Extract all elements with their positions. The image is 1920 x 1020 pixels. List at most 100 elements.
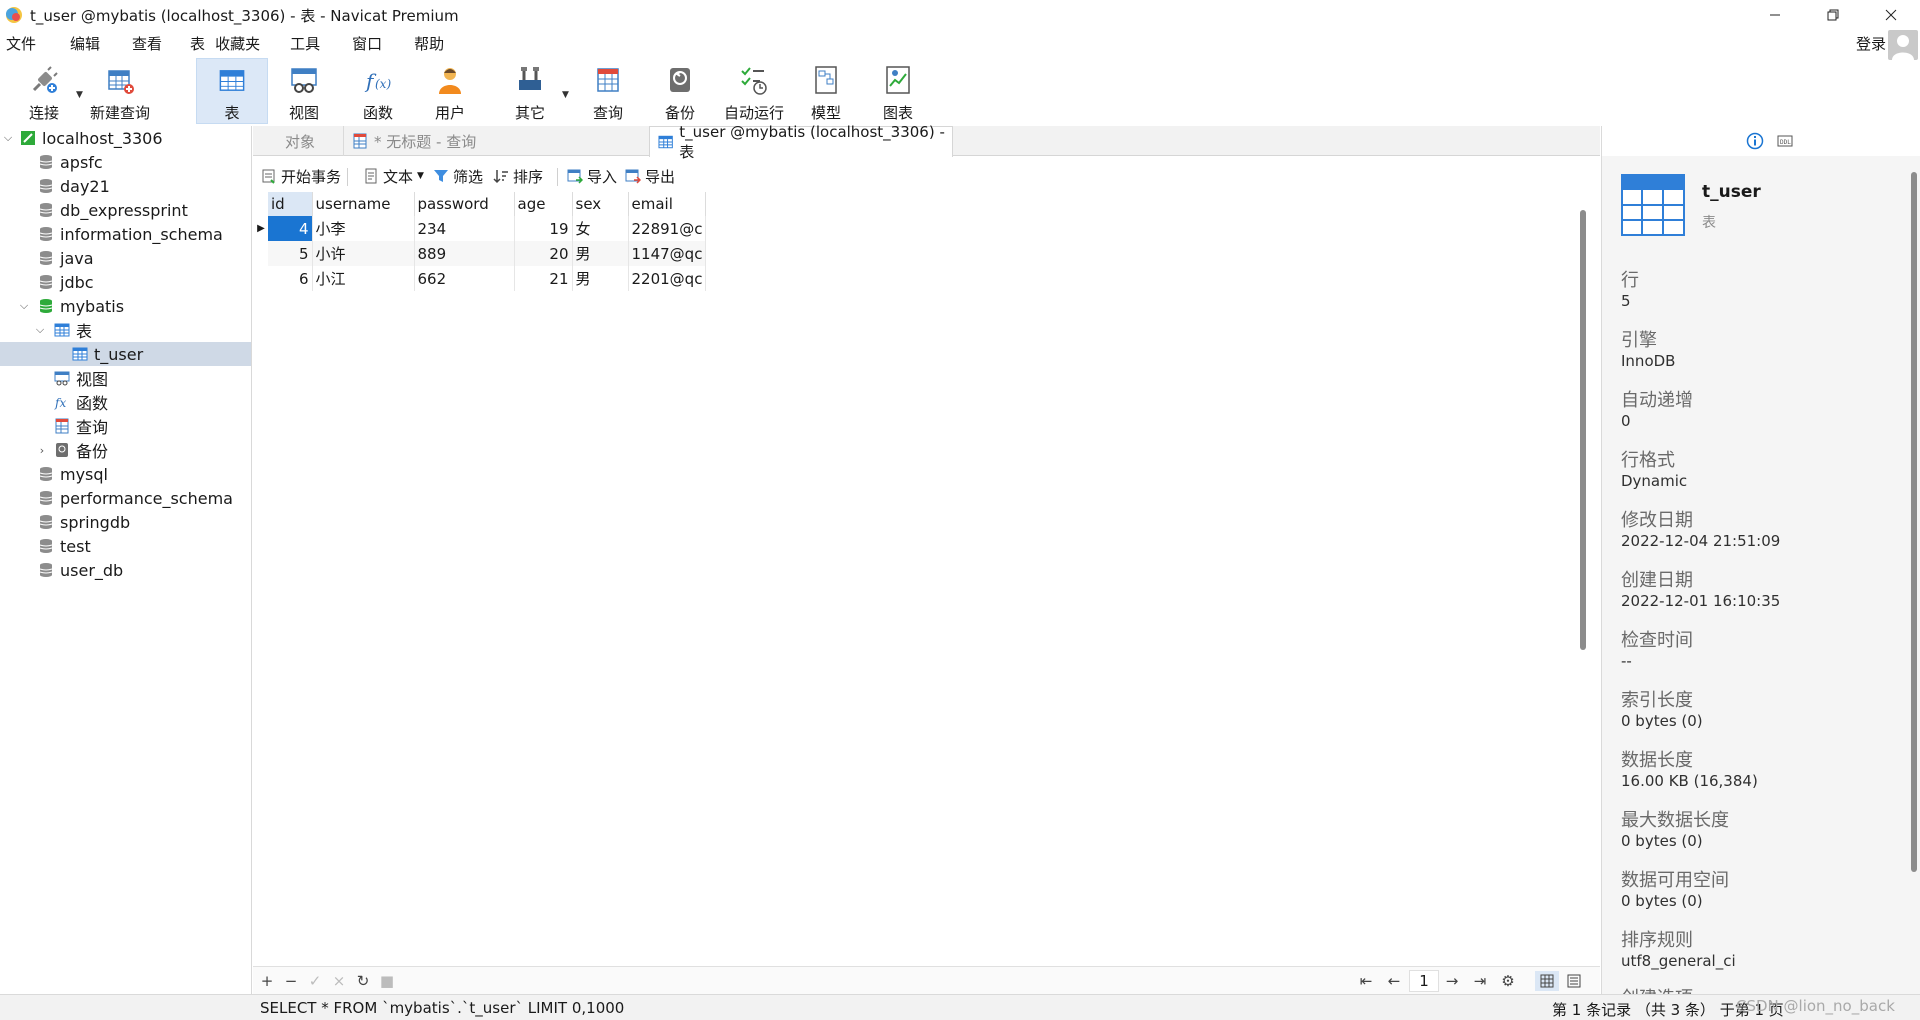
minimize-icon[interactable] [1746,0,1804,30]
tree-db-expressprint[interactable]: db_expressprint [0,198,251,222]
tree-db-jdbc[interactable]: jdbc [0,270,251,294]
column-header-id[interactable]: id [268,192,313,216]
last-page-icon[interactable]: ⇥ [1471,971,1489,991]
tree-db-information-schema[interactable]: information_schema [0,222,251,246]
tree-db-test[interactable]: test [0,534,251,558]
cell-sex[interactable]: 男 [572,266,629,291]
toolbar-chart-button[interactable]: 图表 [872,58,924,124]
stop-icon[interactable]: ■ [378,971,396,991]
cell-sex[interactable]: 女 [572,216,629,241]
tree-db-apsfc[interactable]: apsfc [0,150,251,174]
column-header-password[interactable]: password [414,192,515,216]
chevron-down-icon[interactable]: ⌵ [18,294,30,318]
tree-db-mybatis[interactable]: ⌵ mybatis [0,294,251,318]
cell-email[interactable]: 22891@c [628,216,707,241]
connect-dropdown-icon[interactable]: ▼ [76,90,83,100]
cell-age[interactable]: 19 [514,216,573,241]
tree-db-user-db[interactable]: user_db [0,558,251,582]
tree-folder-views[interactable]: 视图 [0,366,251,390]
column-header-age[interactable]: age [514,192,573,216]
menu-favorites[interactable]: 收藏夹 [208,30,267,58]
cell-id[interactable]: 6 [268,266,313,291]
toolbar-function-button[interactable]: f (x) 函数 [352,58,404,124]
refresh-icon[interactable]: ↻ [354,971,372,991]
table-row[interactable]: 6 小江 662 21 男 2201@qc [268,266,707,291]
text-dropdown-icon[interactable]: ▼ [417,171,424,181]
menu-file[interactable]: 文件 [0,30,43,58]
menu-edit[interactable]: 编辑 [63,30,107,58]
tree-connection[interactable]: ⌵ localhost_3306 [0,126,251,150]
tab-t-user-table[interactable]: t_user @mybatis (localhost_3306) - 表 [649,123,953,161]
tree-folder-backups[interactable]: › 备份 [0,438,251,462]
discard-changes-icon[interactable]: × [330,971,348,991]
column-header-username[interactable]: username [312,192,415,216]
table-row[interactable]: 4 小李 234 19 女 22891@c [268,216,707,241]
menu-window[interactable]: 窗口 [345,30,389,58]
cell-password[interactable]: 889 [414,241,515,266]
tab-untitled-query[interactable]: * 无标题 - 查询 [343,126,561,156]
grid-view-icon[interactable] [1535,971,1559,991]
toolbar-table-button[interactable]: 表 [196,58,268,124]
cell-email[interactable]: 1147@qc [628,241,707,266]
gear-icon[interactable]: ⚙ [1499,971,1517,991]
toolbar-new-query-button[interactable]: 新建查询 [88,58,152,124]
cell-password[interactable]: 662 [414,266,515,291]
toolbar-model-button[interactable]: 模型 [800,58,852,124]
delete-record-icon[interactable]: − [282,971,300,991]
toolbar-view-button[interactable]: 视图 [278,58,330,124]
text-view-button[interactable]: 文本 ▼ [363,160,424,192]
tree-db-performance-schema[interactable]: performance_schema [0,486,251,510]
grid-scrollbar[interactable] [1580,210,1586,650]
table-row[interactable]: 5 小许 889 20 男 1147@qc [268,241,707,266]
cell-username[interactable]: 小江 [312,266,415,291]
column-header-email[interactable]: email [628,192,707,216]
toolbar-user-button[interactable]: 用户 [424,58,476,124]
tree-db-springdb[interactable]: springdb [0,510,251,534]
menu-tools[interactable]: 工具 [283,30,327,58]
close-icon[interactable] [1862,0,1920,30]
sort-button[interactable]: 排序 [493,160,543,192]
chevron-down-icon[interactable]: ⌵ [34,318,46,342]
toolbar-backup-button[interactable]: 备份 [654,58,706,124]
first-page-icon[interactable]: ⇤ [1357,971,1375,991]
cell-age[interactable]: 21 [514,266,573,291]
cell-username[interactable]: 小李 [312,216,415,241]
add-record-icon[interactable]: + [258,971,276,991]
tree-table-t-user[interactable]: t_user [0,342,251,366]
apply-changes-icon[interactable]: ✓ [306,971,324,991]
cell-password[interactable]: 234 [414,216,515,241]
toolbar-automation-button[interactable]: 自动运行 [720,58,788,124]
cell-age[interactable]: 20 [514,241,573,266]
export-button[interactable]: 导出 [625,160,675,192]
ddl-icon[interactable]: DDL [1776,132,1794,150]
restore-icon[interactable] [1804,0,1862,30]
cell-sex[interactable]: 男 [572,241,629,266]
previous-page-icon[interactable]: ← [1385,971,1403,991]
cell-id[interactable]: 4 [268,216,313,241]
tree-folder-queries[interactable]: 查询 [0,414,251,438]
info-scrollbar[interactable] [1911,172,1917,872]
begin-transaction-button[interactable]: 开始事务 [261,160,341,192]
column-header-sex[interactable]: sex [572,192,629,216]
page-number-input[interactable]: 1 [1409,970,1439,992]
chevron-down-icon[interactable]: ⌵ [2,126,14,150]
info-icon[interactable] [1746,132,1764,150]
next-page-icon[interactable]: → [1443,971,1461,991]
toolbar-connect-button[interactable]: 连接 [20,58,68,124]
tree-db-day21[interactable]: day21 [0,174,251,198]
tree-folder-functions[interactable]: fx 函数 [0,390,251,414]
form-view-icon[interactable] [1565,971,1583,991]
toolbar-query-button[interactable]: 查询 [582,58,634,124]
other-dropdown-icon[interactable]: ▼ [562,90,569,100]
cell-email[interactable]: 2201@qc [628,266,707,291]
cell-id[interactable]: 5 [268,241,313,266]
avatar[interactable] [1888,30,1918,60]
import-button[interactable]: 导入 [567,160,617,192]
tab-objects[interactable]: 对象 [277,126,347,156]
chevron-right-icon[interactable]: › [36,438,48,462]
cell-username[interactable]: 小许 [312,241,415,266]
filter-button[interactable]: 筛选 [433,160,483,192]
login-link[interactable]: 登录 [1856,30,1886,58]
menu-view[interactable]: 查看 [125,30,169,58]
menu-help[interactable]: 帮助 [407,30,451,58]
